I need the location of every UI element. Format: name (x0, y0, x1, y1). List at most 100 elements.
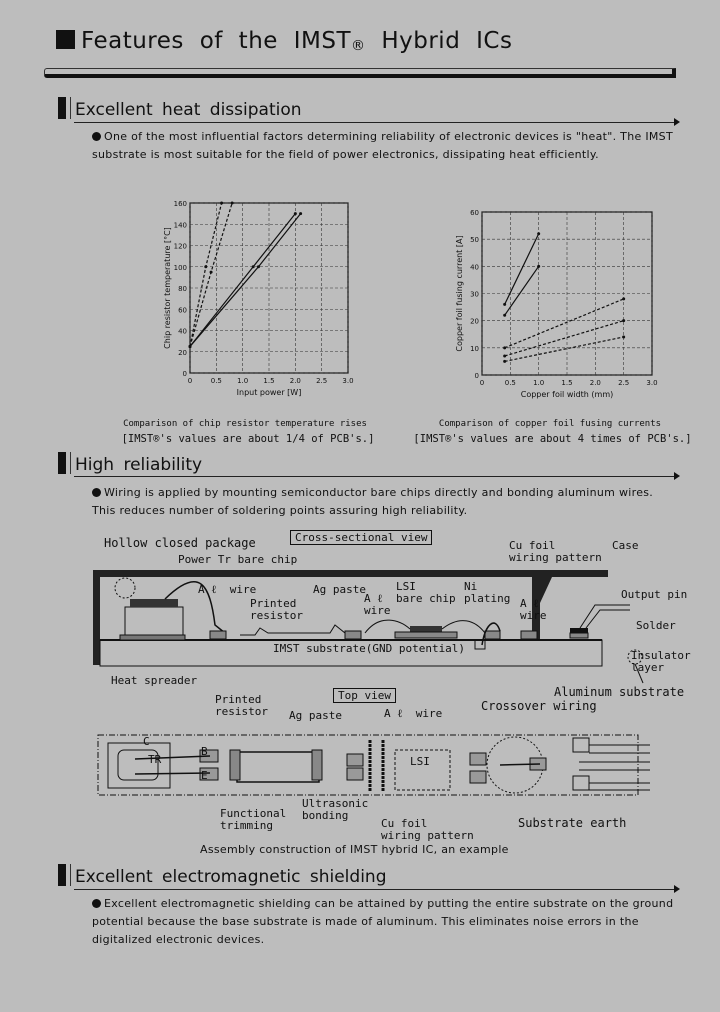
label-ag-paste: Ag paste (313, 583, 366, 596)
label-top-ag-paste: Ag paste (289, 709, 342, 722)
label-al-wire-2: A ℓ wire (364, 592, 391, 617)
top-view-label: Top view (333, 688, 396, 703)
label-insulator: Insulator layer (631, 649, 691, 674)
label-top-cu-foil: Cu foil wiring pattern (381, 817, 474, 842)
x-tick-label: 2.0 (290, 377, 301, 385)
x-tick-label: 3.0 (646, 379, 657, 387)
y-tick-label: 120 (174, 243, 187, 251)
label-top-tr: TR (148, 753, 162, 766)
y-tick-label: 60 (470, 209, 479, 217)
heat-paragraph: One of the most influential factors dete… (92, 130, 673, 161)
data-point (503, 359, 507, 363)
x-tick-label: 1.5 (561, 379, 572, 387)
case-top (93, 570, 608, 577)
chart2-subtitle: [IMST®'s values are about 4 times of PCB… (413, 433, 692, 445)
y-axis-label: Copper foil fusing current [A] (455, 235, 464, 351)
y-axis-label: Chip resistor temperature [°C] (163, 227, 172, 349)
y-tick-label: 20 (178, 349, 187, 357)
x-tick-label: 0.5 (211, 377, 222, 385)
data-point (251, 265, 255, 269)
y-tick-label: 20 (470, 318, 479, 326)
y-tick-label: 100 (174, 264, 187, 272)
data-point (293, 212, 297, 216)
data-point (299, 212, 303, 216)
label-top-printed-resistor: Printed resistor (215, 693, 268, 718)
data-point (503, 302, 507, 306)
bullet-icon (92, 132, 101, 141)
data-point (256, 265, 260, 269)
x-tick-label: 0 (480, 379, 484, 387)
label-top-e: E (201, 769, 208, 782)
label-cu-foil: Cu foil wiring pattern (509, 539, 602, 564)
label-top-c: C (143, 735, 150, 748)
case-left (93, 570, 100, 665)
y-tick-label: 0 (475, 372, 479, 380)
label-printed-resistor: Printed resistor (250, 597, 303, 622)
top-view-outline (97, 734, 639, 796)
copper-foil-fusing-chart: 0 0.5 1.0 1.5 2.0 2.5 3.0 0 10 20 30 40 50 60 Copper f… (455, 209, 658, 399)
power-tr-chip (130, 599, 178, 607)
label-hollow-package: Hollow closed package (104, 536, 256, 550)
data-point (503, 346, 507, 350)
y-tick-label: 30 (470, 291, 479, 299)
label-ultrasonic-bonding: Ultrasonic bonding (302, 797, 369, 822)
section-rule (74, 118, 680, 126)
series-line (504, 320, 624, 357)
heading-bar-icon (58, 864, 66, 886)
series-line (504, 298, 624, 349)
label-al-wire-1: A ℓ wire (198, 583, 257, 596)
data-point (503, 313, 507, 317)
title-square-icon (56, 30, 75, 49)
chart1-title: Comparison of chip resistor temperature … (123, 419, 367, 429)
bullet-icon (92, 899, 101, 908)
section-heading-shielding: Excellent electromagnetic shielding (58, 864, 387, 887)
shielding-paragraph: Excellent electromagnetic shielding can … (92, 897, 674, 946)
x-tick-label: 1.0 (237, 377, 248, 385)
data-point (209, 270, 213, 274)
x-axis-label: Input power [W] (237, 388, 302, 397)
section-heading-heat: Excellent heat dissipation (58, 97, 302, 120)
y-tick-label: 50 (470, 236, 479, 244)
data-point (537, 232, 541, 236)
x-tick-label: 3.0 (342, 377, 353, 385)
chart1-subtitle: [IMST®'s values are about 1/4 of PCB's.] (121, 433, 375, 445)
data-point (204, 265, 208, 269)
diagram-caption: Assembly construction of IMST hybrid IC,… (200, 843, 509, 856)
label-functional-trimming: Functional trimming (220, 807, 287, 832)
label-imst-substrate: IMST substrate(GND potential) (273, 642, 466, 655)
lsi-chip (410, 626, 442, 632)
solder (570, 628, 588, 633)
x-axis-label: Copper foil width (mm) (521, 390, 614, 399)
heading-bar-icon (58, 97, 66, 119)
chart2-title: Comparison of copper foil fusing current… (438, 419, 662, 429)
chip-resistor-temperature-chart: 0 0.5 1.0 1.5 2.0 2.5 3.0 0 20 40 60 80 100 120 140 160… (163, 200, 354, 397)
x-tick-label: 2.0 (590, 379, 601, 387)
label-substrate-earth: Substrate earth (518, 816, 627, 830)
heat-spreader (124, 606, 184, 638)
label-lsi-bare-chip: LSI bare chip (396, 580, 456, 605)
x-tick-label: 0 (188, 377, 192, 385)
y-tick-label: 60 (178, 306, 187, 314)
data-point (622, 335, 626, 339)
label-power-tr: Power Tr bare chip (178, 553, 298, 566)
reliability-paragraph: Wiring is applied by mounting semiconduc… (92, 486, 654, 517)
hollow-marker (114, 577, 136, 599)
printed-resistor-top (236, 751, 320, 783)
label-ni-plating: Ni plating (464, 580, 511, 605)
data-point (503, 354, 507, 358)
x-tick-label: 1.0 (533, 379, 544, 387)
label-case: Case (612, 539, 639, 552)
label-al-wire-3: A ℓ wire (520, 597, 547, 622)
y-tick-label: 160 (174, 200, 187, 208)
label-heat-spreader: Heat spreader (111, 674, 198, 687)
y-tick-label: 80 (178, 285, 187, 293)
series-line (504, 265, 540, 316)
label-top-b: B (201, 745, 208, 758)
y-tick-label: 140 (174, 221, 187, 229)
data-point (220, 201, 224, 205)
label-solder: Solder (636, 619, 676, 632)
x-tick-label: 0.5 (505, 379, 516, 387)
y-tick-label: 10 (470, 345, 479, 353)
data-point (188, 344, 192, 348)
x-tick-label: 1.5 (263, 377, 274, 385)
